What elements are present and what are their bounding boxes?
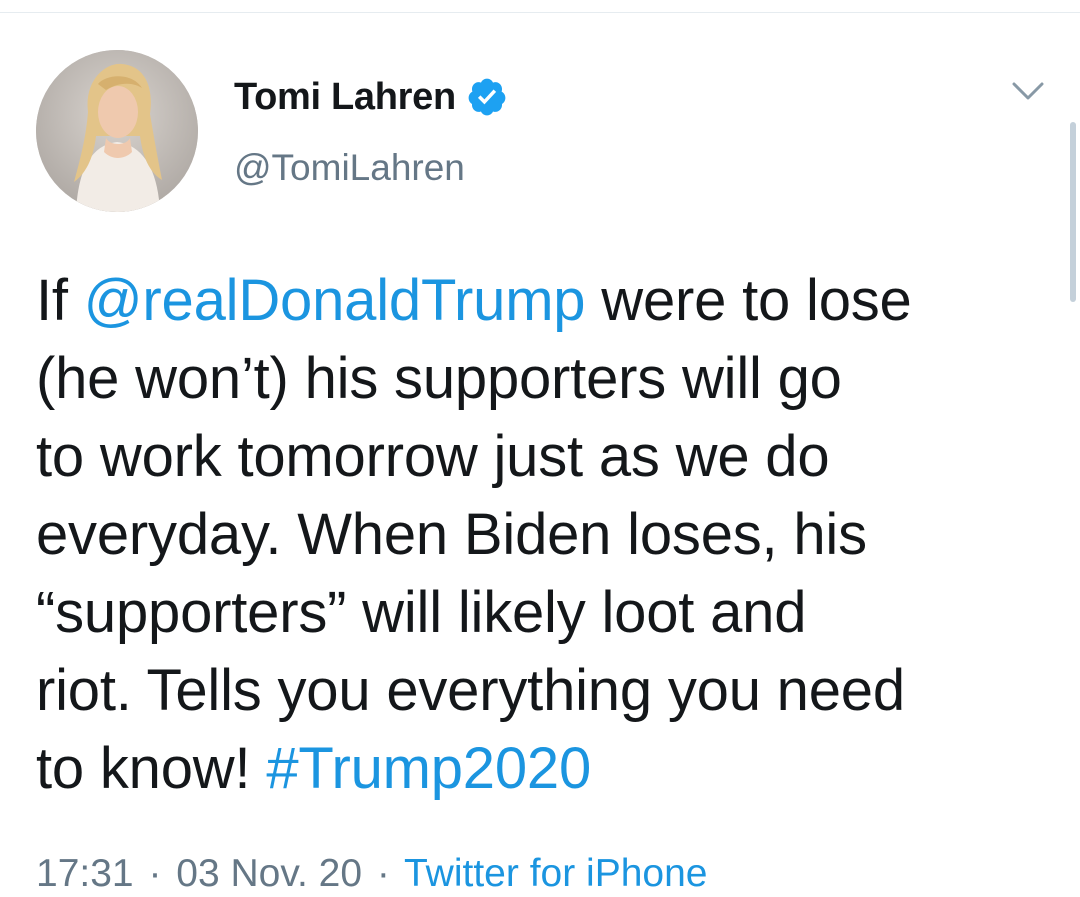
tweet-time[interactable]: 17:31 xyxy=(36,852,134,895)
tweet-line: riot. Tells you everything you need xyxy=(36,658,905,723)
meta-separator: · xyxy=(376,852,390,895)
tweet-text-segment: were to lose xyxy=(585,268,912,333)
tweet-line: to work tomorrow just as we do xyxy=(36,424,830,489)
tweet-source-link[interactable]: Twitter for iPhone xyxy=(404,852,707,895)
tweet-line: everyday. When Biden loses, his xyxy=(36,502,867,567)
user-handle[interactable]: @TomiLahren xyxy=(234,147,465,189)
verified-badge-icon xyxy=(466,76,508,118)
tweet-line: (he won’t) his supporters will go xyxy=(36,346,842,411)
display-name-row: Tomi Lahren xyxy=(234,72,508,122)
tweet-text: If @realDonaldTrump were to lose (he won… xyxy=(36,262,1056,808)
tweet-line: to know! #Trump2020 xyxy=(36,730,1056,808)
top-divider xyxy=(0,12,1080,13)
scroll-indicator[interactable] xyxy=(1070,122,1076,302)
mention-link[interactable]: @realDonaldTrump xyxy=(84,268,586,333)
meta-separator: · xyxy=(148,852,162,895)
avatar[interactable] xyxy=(36,50,198,212)
avatar-photo xyxy=(36,50,198,212)
hashtag-link[interactable]: #Trump2020 xyxy=(266,736,591,801)
tweet-date[interactable]: 03 Nov. 20 xyxy=(176,852,362,895)
chevron-down-icon[interactable] xyxy=(1010,78,1046,106)
tweet-text-segment: to know! xyxy=(36,736,267,801)
display-name[interactable]: Tomi Lahren xyxy=(234,76,456,119)
tweet-line: “supporters” will likely loot and xyxy=(36,580,807,645)
tweet-text-segment: If xyxy=(36,268,84,333)
tweet-line: If @realDonaldTrump were to lose xyxy=(36,262,1056,340)
tweet-meta: 17:31 · 03 Nov. 20 · Twitter for iPhone xyxy=(36,852,707,896)
